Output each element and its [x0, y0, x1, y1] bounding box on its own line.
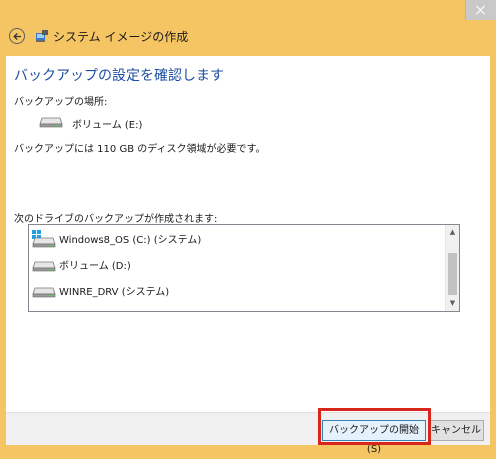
drive-label: WINRE_DRV (システム): [59, 287, 170, 298]
back-button[interactable]: [9, 28, 25, 44]
hard-drive-icon: [32, 261, 56, 272]
cancel-button[interactable]: キャンセル: [428, 420, 484, 441]
list-item[interactable]: Windows8_OS (C:) (システム): [31, 227, 441, 249]
list-item[interactable]: ボリューム (D:): [31, 253, 441, 275]
backup-app-icon: [36, 30, 48, 42]
highlight-annotation: [318, 408, 431, 445]
window-frame: システム イメージの作成 バックアップの設定を確認します バックアップの場所: …: [0, 0, 496, 455]
hard-drive-icon: [39, 117, 63, 128]
main-content: バックアップの設定を確認します バックアップの場所: ボリューム (E:) バッ…: [6, 56, 490, 412]
vertical-scrollbar[interactable]: ▲ ▼: [445, 225, 459, 311]
page-title: バックアップの設定を確認します: [14, 68, 224, 84]
scroll-up-icon[interactable]: ▲: [446, 226, 459, 239]
location-label: バックアップの場所:: [14, 97, 108, 108]
drive-label: ボリューム (D:): [59, 261, 131, 272]
back-arrow-icon: [13, 33, 21, 40]
close-button[interactable]: [465, 0, 496, 20]
space-required-text: バックアップには 110 GB のディスク領域が必要です。: [14, 144, 266, 155]
drives-list[interactable]: Windows8_OS (C:) (システム) ボリューム (D:) WINRE…: [28, 224, 460, 312]
drives-list-label: 次のドライブのバックアップが作成されます:: [14, 214, 218, 225]
scroll-down-icon[interactable]: ▼: [446, 297, 459, 310]
list-item[interactable]: WINRE_DRV (システム): [31, 279, 441, 301]
scroll-thumb[interactable]: [448, 253, 457, 295]
drive-label: Windows8_OS (C:) (システム): [59, 235, 202, 246]
hard-drive-icon: [32, 287, 56, 298]
location-value: ボリューム (E:): [72, 120, 143, 131]
windows-drive-icon: [32, 230, 56, 248]
window-title: システム イメージの作成: [53, 30, 189, 44]
header-bar: システム イメージの作成: [6, 24, 490, 54]
